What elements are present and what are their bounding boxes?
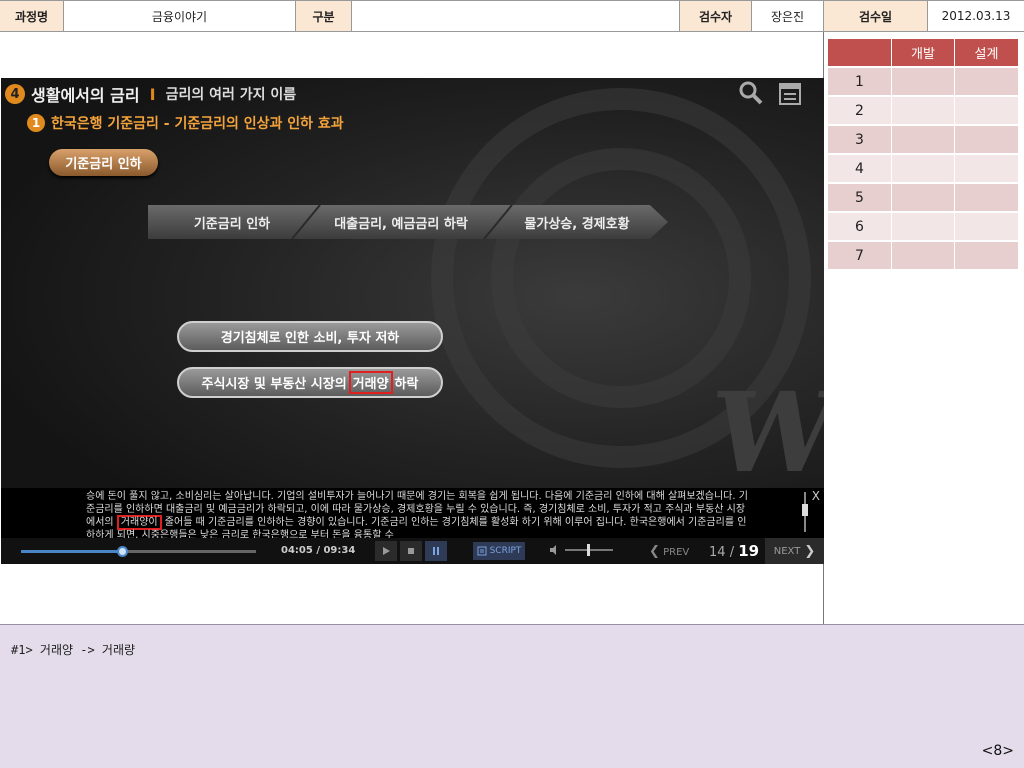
close-icon[interactable]: X	[812, 490, 820, 503]
row-number: 7	[828, 242, 891, 269]
volume-control[interactable]	[549, 544, 613, 556]
page-indicator: 14 / 19	[709, 542, 759, 560]
result-2-suffix: 하락	[394, 377, 419, 392]
chapter-number-badge: 4	[5, 84, 25, 104]
table-row: 6	[828, 212, 1020, 241]
review-header-design: 설계	[955, 39, 1018, 66]
next-button[interactable]: NEXT ❯	[765, 538, 824, 564]
script-panel: 승에 돈이 풀지 않고, 소비심리는 살아납니다. 기업의 설비투자가 늘어나기…	[1, 488, 824, 538]
design-cell[interactable]	[955, 242, 1018, 269]
title-separator: I	[149, 84, 156, 104]
volume-slider[interactable]	[565, 544, 613, 556]
review-note-panel: #1> 거래양 -> 거래량 <8>	[0, 624, 1024, 768]
next-label: NEXT	[773, 545, 801, 557]
background-ring	[491, 148, 751, 408]
row-number: 1	[828, 68, 891, 95]
page-separator: /	[729, 545, 735, 560]
type-value	[352, 1, 680, 31]
volume-icon[interactable]	[549, 544, 561, 556]
script-text-2: 줄어들 때 기준금리를 인하하는 경향이 있습니다. 기준금리 인하는 경기침체…	[86, 517, 747, 538]
prev-label: PREV	[663, 547, 690, 558]
player-controls: 04:05 / 09:34 SCRIPT ❮ PREV 14 / 19 NEXT…	[1, 538, 824, 564]
table-row: 1	[828, 67, 1020, 96]
section-title-text: 한국은행 기준금리 - 기준금리의 인상과 인하 효과	[51, 116, 344, 132]
result-box-2: 주식시장 및 부동산 시장의 거래양 하락	[177, 367, 443, 398]
type-label: 구분	[296, 1, 352, 31]
rate-cut-pill: 기준금리 인하	[49, 149, 158, 176]
dev-cell[interactable]	[892, 68, 954, 95]
flow-slashes	[291, 205, 513, 239]
design-cell[interactable]	[955, 97, 1018, 124]
script-scroll-thumb[interactable]	[802, 504, 808, 516]
design-cell[interactable]	[955, 184, 1018, 211]
reviewer-label: 검수자	[680, 1, 752, 31]
slide-page-number: <8>	[981, 743, 1014, 759]
header-table: 과정명 금융이야기 구분 검수자 장은진 검수일 2012.03.13	[0, 0, 1024, 32]
review-table: 개발 설계 1 2 3 4 5 6 7	[828, 38, 1020, 270]
review-page: 과정명 금융이야기 구분 검수자 장은진 검수일 2012.03.13 개발 설…	[0, 0, 1024, 768]
script-button-label: SCRIPT	[489, 546, 522, 556]
result-2-prefix: 주식시장 및 부동산 시장의	[201, 377, 347, 392]
search-icon[interactable]	[738, 80, 764, 106]
table-row: 3	[828, 125, 1020, 154]
table-row: 7	[828, 241, 1020, 270]
date-value: 2012.03.13	[928, 1, 1024, 31]
chevron-left-icon: ❮	[649, 544, 660, 559]
table-row: 2	[828, 96, 1020, 125]
dev-cell[interactable]	[892, 184, 954, 211]
notes-icon[interactable]	[778, 80, 802, 106]
review-note-text: #1> 거래양 -> 거래량	[11, 643, 136, 657]
volume-handle[interactable]	[587, 544, 590, 556]
time-display: 04:05 / 09:34	[281, 545, 356, 556]
video-toolbar	[738, 80, 802, 106]
script-icon	[477, 546, 487, 556]
course-label: 과정명	[0, 1, 64, 31]
seek-bar[interactable]	[21, 546, 256, 557]
reviewer-value: 장은진	[752, 1, 824, 31]
design-cell[interactable]	[955, 126, 1018, 153]
section-number-badge: 1	[27, 114, 45, 132]
row-number: 3	[828, 126, 891, 153]
script-button[interactable]: SCRIPT	[473, 542, 525, 560]
row-number: 4	[828, 155, 891, 182]
course-value: 금융이야기	[64, 1, 296, 31]
section-title: 1 한국은행 기준금리 - 기준금리의 인상과 인하 효과	[27, 113, 344, 133]
row-number: 5	[828, 184, 891, 211]
design-cell[interactable]	[955, 155, 1018, 182]
design-cell[interactable]	[955, 68, 1018, 95]
video-player: W 4 생활에서의 금리 I 금리의 여러 가지 이름 1 한국은행 기준금리 …	[1, 78, 824, 564]
date-label: 검수일	[824, 1, 928, 31]
page-current: 14	[709, 545, 726, 560]
design-cell[interactable]	[955, 213, 1018, 240]
seek-handle[interactable]	[117, 546, 129, 557]
chapter-title-text: 생활에서의 금리	[31, 86, 140, 105]
dev-cell[interactable]	[892, 126, 954, 153]
prev-button[interactable]: ❮ PREV	[649, 544, 689, 559]
seek-fill	[21, 550, 123, 553]
dev-cell[interactable]	[892, 155, 954, 182]
dev-cell[interactable]	[892, 242, 954, 269]
table-row: 4	[828, 154, 1020, 183]
table-row: 5	[828, 183, 1020, 212]
stop-icon[interactable]	[400, 541, 422, 561]
typo-highlight: 거래양	[348, 371, 393, 394]
review-header-dev: 개발	[892, 39, 954, 66]
chapter-title: 4 생활에서의 금리 I 금리의 여러 가지 이름	[5, 82, 296, 106]
won-symbol: W	[703, 368, 824, 497]
pause-icon[interactable]	[425, 541, 447, 561]
chapter-subtitle: 금리의 여러 가지 이름	[165, 87, 297, 103]
chevron-right-icon: ❯	[804, 543, 816, 559]
row-number: 2	[828, 97, 891, 124]
dev-cell[interactable]	[892, 97, 954, 124]
review-table-header: 개발 설계	[828, 38, 1020, 67]
script-typo-highlight: 거래양이	[116, 515, 162, 530]
review-header-blank	[828, 39, 891, 66]
result-box-1: 경기침체로 인한 소비, 투자 저하	[177, 321, 443, 352]
dev-cell[interactable]	[892, 213, 954, 240]
row-number: 6	[828, 213, 891, 240]
page-total: 19	[738, 542, 760, 560]
play-icon[interactable]	[375, 541, 397, 561]
